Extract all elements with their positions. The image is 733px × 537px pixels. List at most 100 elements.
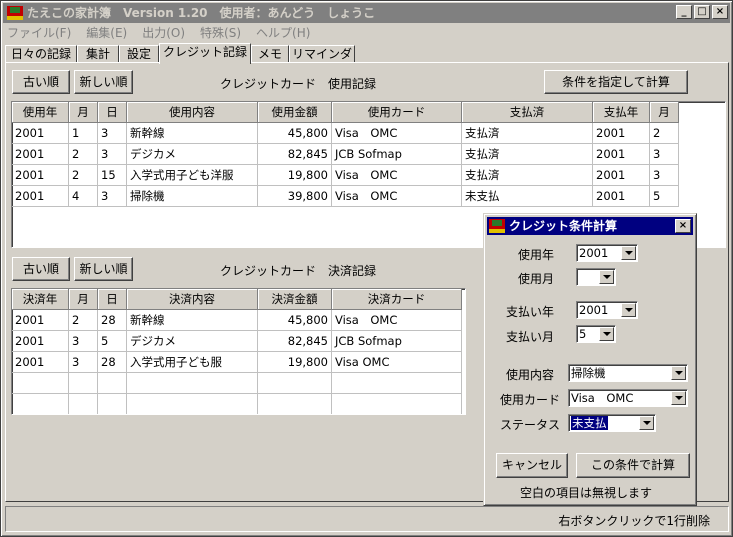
cell-settle-year: 2001 <box>12 310 69 331</box>
pay-year-select[interactable]: 2001 <box>576 301 638 319</box>
cell-settle-card: JCB Sofmap <box>332 331 462 352</box>
pay-month-select[interactable]: 5 <box>576 325 616 343</box>
dialog-title: クレジット条件計算 <box>509 219 618 233</box>
use-month-select[interactable] <box>576 268 616 286</box>
col-use-day: 日 <box>98 102 127 123</box>
cell-settle-amount <box>258 394 332 414</box>
use-year-value: 2001 <box>579 246 609 260</box>
calc-with-condition-button[interactable]: この条件で計算 <box>576 453 690 478</box>
close-icon[interactable]: × <box>712 5 728 19</box>
cell-pay-year: 2001 <box>593 186 650 207</box>
tab-credit[interactable]: クレジット記録 <box>159 43 251 64</box>
app-icon <box>489 219 505 233</box>
settle-old-button[interactable]: 古い順 <box>12 257 70 281</box>
label-use-month: 使用月 <box>518 272 555 286</box>
status-select[interactable]: 未支払 <box>568 414 656 432</box>
pay-month-value: 5 <box>579 327 587 341</box>
label-use-desc: 使用内容 <box>506 368 555 382</box>
cell-pay-month: 3 <box>650 144 679 165</box>
dropdown-arrow-icon[interactable] <box>599 270 614 284</box>
cell-use-amount: 45,800 <box>258 123 332 144</box>
cell-use-desc: 入学式用子ども洋服 <box>127 165 258 186</box>
dropdown-arrow-icon[interactable] <box>671 391 686 405</box>
menu-special[interactable]: 特殊(S) <box>200 24 241 42</box>
settle-title: クレジットカード 決済記録 <box>220 264 377 278</box>
dropdown-arrow-icon[interactable] <box>599 327 614 341</box>
cell-use-month: 1 <box>69 123 98 144</box>
cell-settle-month: 3 <box>69 352 98 373</box>
use-card-select[interactable]: Visa OMC <box>568 389 688 407</box>
dropdown-arrow-icon[interactable] <box>639 416 654 430</box>
cell-settle-desc: 入学式用子ども服 <box>127 352 258 373</box>
calc-by-condition-button[interactable]: 条件を指定して計算 <box>544 70 688 94</box>
cell-pay-year: 2001 <box>593 144 650 165</box>
usage-title: クレジットカード 使用記録 <box>220 77 377 91</box>
settle-new-button[interactable]: 新しい順 <box>74 257 133 281</box>
cell-use-month: 2 <box>69 144 98 165</box>
cell-use-card: Visa OMC <box>332 123 462 144</box>
close-icon[interactable]: × <box>675 219 691 233</box>
col-use-amount: 使用金額 <box>258 102 332 123</box>
tab-summary[interactable]: 集計 <box>77 45 119 63</box>
maximize-icon[interactable]: □ <box>694 5 710 19</box>
use-card-value: Visa OMC <box>571 391 634 405</box>
pay-year-value: 2001 <box>579 303 609 317</box>
menu-file[interactable]: ファイル(F) <box>7 24 71 42</box>
label-use-card: 使用カード <box>500 393 561 407</box>
cell-pay-month: 2 <box>650 123 679 144</box>
status-text: 右ボタンクリックで1行削除 <box>558 514 710 528</box>
col-settle-card: 決済カード <box>332 289 462 310</box>
cell-use-amount: 39,800 <box>258 186 332 207</box>
dialog-title-bar: クレジット条件計算 × <box>487 217 693 235</box>
tab-memo[interactable]: メモ <box>251 45 289 63</box>
cell-use-day: 15 <box>98 165 127 186</box>
cell-settle-amount: 82,845 <box>258 331 332 352</box>
cell-settle-day: 5 <box>98 331 127 352</box>
status-bar: 右ボタンクリックで1行削除 <box>5 506 729 532</box>
cell-paid: 未支払 <box>462 186 593 207</box>
minimize-icon[interactable]: _ <box>676 5 692 19</box>
cell-use-desc: 新幹線 <box>127 123 258 144</box>
use-year-select[interactable]: 2001 <box>576 244 638 262</box>
cell-use-card: Visa OMC <box>332 165 462 186</box>
cell-settle-month <box>69 394 98 414</box>
cell-settle-year: 2001 <box>12 352 69 373</box>
col-settle-day: 日 <box>98 289 127 310</box>
cell-paid: 支払済 <box>462 123 593 144</box>
menu-output[interactable]: 出力(O) <box>142 24 185 42</box>
label-use-year: 使用年 <box>518 248 555 262</box>
cell-settle-year <box>12 373 69 394</box>
usage-old-button[interactable]: 古い順 <box>12 70 70 94</box>
credit-condition-dialog: クレジット条件計算 × 使用年 2001 使用月 支払い年 2001 支払い月 … <box>483 213 697 506</box>
cell-pay-month: 5 <box>650 186 679 207</box>
cell-pay-year: 2001 <box>593 123 650 144</box>
dropdown-arrow-icon[interactable] <box>621 246 636 260</box>
cell-settle-day <box>98 373 127 394</box>
label-pay-month: 支払い月 <box>506 330 555 344</box>
usage-new-button[interactable]: 新しい順 <box>74 70 133 94</box>
tab-reminder[interactable]: リマインダ <box>289 45 355 63</box>
dropdown-arrow-icon[interactable] <box>671 366 686 380</box>
col-use-year: 使用年 <box>12 102 69 123</box>
window-title: たえこの家計簿 Version 1.20 使用者：あんどう しょうこ <box>27 6 376 20</box>
label-status: ステータス <box>500 418 561 432</box>
cell-settle-desc <box>127 394 258 414</box>
col-use-desc: 使用内容 <box>127 102 258 123</box>
cell-paid: 支払済 <box>462 144 593 165</box>
cell-settle-year: 2001 <box>12 331 69 352</box>
cell-use-amount: 19,800 <box>258 165 332 186</box>
dropdown-arrow-icon[interactable] <box>621 303 636 317</box>
cell-settle-day: 28 <box>98 310 127 331</box>
use-desc-value: 掃除機 <box>571 366 606 380</box>
cell-settle-month <box>69 373 98 394</box>
use-desc-select[interactable]: 掃除機 <box>568 364 688 382</box>
col-settle-amount: 決済金額 <box>258 289 332 310</box>
cancel-button[interactable]: キャンセル <box>496 453 568 478</box>
menu-help[interactable]: ヘルプ(H) <box>256 24 310 42</box>
menu-edit[interactable]: 編集(E) <box>86 24 127 42</box>
tab-daily[interactable]: 日々の記録 <box>5 45 77 63</box>
cell-use-day: 3 <box>98 186 127 207</box>
col-use-card: 使用カード <box>332 102 462 123</box>
cell-settle-card <box>332 394 462 414</box>
tab-settings[interactable]: 設定 <box>119 45 159 63</box>
